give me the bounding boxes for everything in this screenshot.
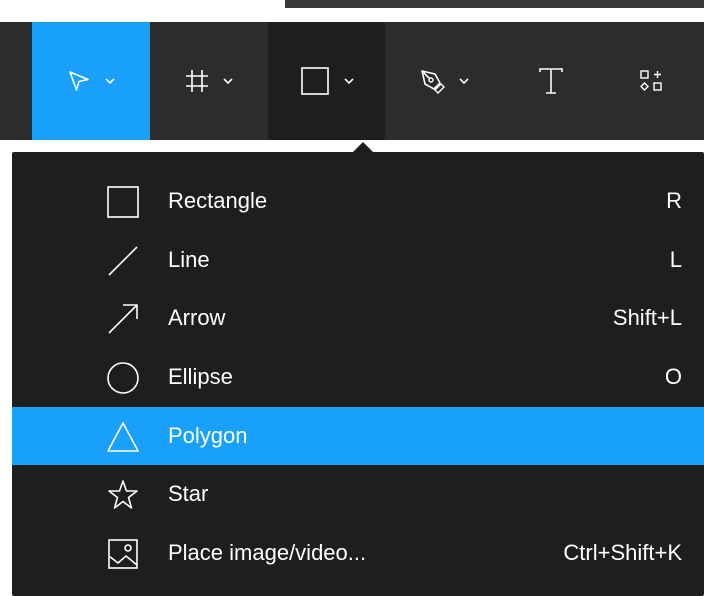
arrow-icon	[108, 304, 138, 334]
ellipse-icon	[107, 362, 139, 394]
resources-grid-icon	[640, 70, 662, 91]
move-tool-button[interactable]	[32, 22, 150, 140]
menu-item-shortcut: L	[669, 247, 682, 272]
square-icon	[300, 67, 329, 95]
menu-item-shortcut: Ctrl+Shift+K	[563, 540, 682, 565]
menu-item-place-image[interactable]: Place image/video... Ctrl+Shift+K	[12, 524, 704, 582]
menu-item-rectangle[interactable]: Rectangle R	[12, 172, 704, 230]
top-strip	[0, 0, 704, 22]
shape-tool-button[interactable]	[268, 22, 385, 140]
chevron-down-icon[interactable]	[104, 77, 116, 85]
line-icon	[108, 246, 138, 276]
pen-nib-icon	[421, 70, 445, 94]
chevron-down-icon[interactable]	[458, 77, 470, 85]
cursor-arrow-icon	[69, 71, 89, 91]
menu-item-polygon[interactable]: Polygon	[12, 407, 704, 465]
canvas-edge	[0, 152, 12, 596]
resources-tool-button[interactable]	[598, 22, 704, 140]
polygon-icon	[107, 422, 139, 452]
menu-item-label: Star	[168, 481, 209, 506]
star-icon	[108, 480, 138, 509]
pen-tool-button[interactable]	[385, 22, 503, 140]
menu-item-label: Place image/video...	[168, 540, 367, 565]
menu-item-star[interactable]: Star	[12, 465, 704, 523]
menu-item-label: Polygon	[168, 423, 248, 448]
top-strip-segment	[285, 0, 704, 8]
image-icon	[108, 539, 138, 569]
menu-item-shortcut: O	[664, 364, 682, 389]
frame-hash-icon	[186, 70, 208, 92]
shape-tools-menu: Rectangle R Line L Arrow Shift+L Ellipse…	[12, 152, 704, 596]
toolbar	[0, 22, 704, 140]
menu-item-label: Rectangle	[168, 188, 268, 213]
menu-item-arrow[interactable]: Arrow Shift+L	[12, 289, 704, 347]
frame-tool-button[interactable]	[150, 22, 268, 140]
rectangle-icon	[107, 186, 139, 218]
menu-item-label: Arrow	[168, 305, 226, 330]
menu-item-label: Line	[168, 247, 210, 272]
chevron-down-icon[interactable]	[222, 77, 234, 85]
text-t-icon	[538, 68, 563, 94]
menu-item-shortcut: R	[666, 188, 682, 213]
chevron-down-icon[interactable]	[343, 77, 355, 85]
menu-item-label: Ellipse	[168, 364, 233, 389]
menu-item-line[interactable]: Line L	[12, 231, 704, 289]
menu-item-shortcut: Shift+L	[612, 305, 682, 330]
menu-item-ellipse[interactable]: Ellipse O	[12, 348, 704, 406]
text-tool-button[interactable]	[503, 22, 598, 140]
